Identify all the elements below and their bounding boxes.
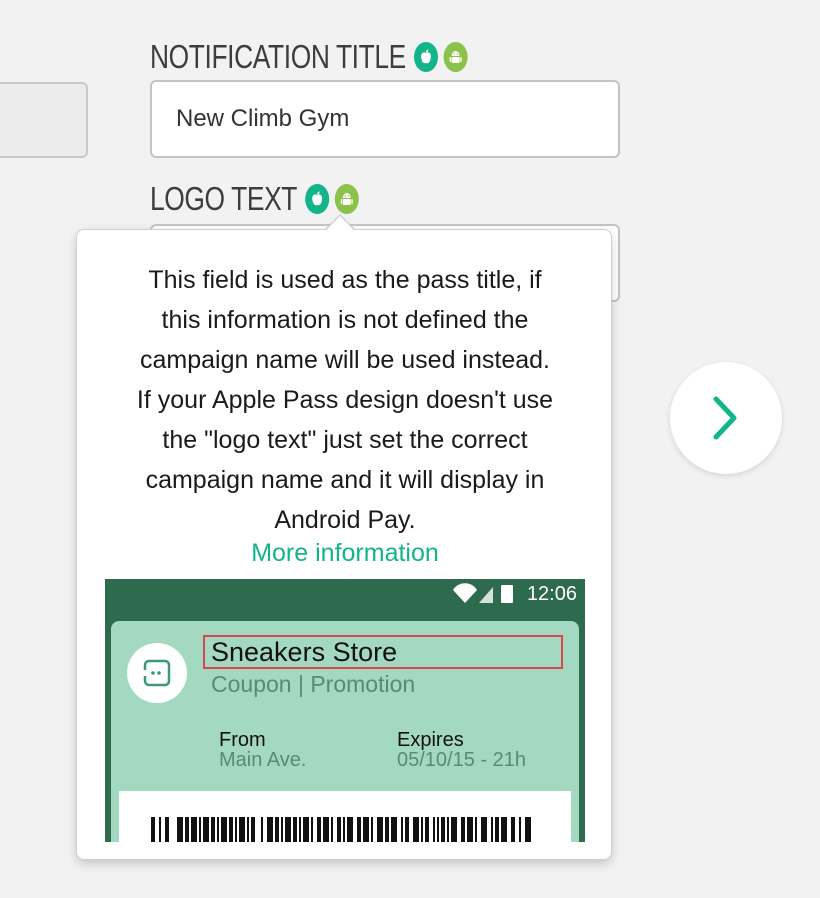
pass-field-value: 05/10/15 - 21h [397, 749, 526, 771]
tooltip-line: Android Pay. [274, 506, 416, 534]
tooltip-line: If your Apple Pass design doesn't use [136, 386, 554, 414]
notification-title-label-text: NOTIFICATION TITLE [150, 38, 406, 75]
pass-title: Sneakers Store [211, 637, 398, 667]
more-information-link[interactable]: More information [77, 539, 613, 568]
page: NOTIFICATION TITLE New Climb Gym LOGO TE… [0, 0, 820, 898]
pass-card: Sneakers Store Coupon | Promotion From M… [111, 621, 579, 842]
status-time: 12:06 [526, 583, 577, 605]
tooltip-line: this information is not defined the [161, 306, 529, 334]
tooltip-line: campaign name and it will display in [145, 466, 545, 494]
notification-title-value: New Climb Gym [176, 105, 350, 132]
android-icon [443, 42, 468, 72]
tooltip-line: campaign name will be used instead. [140, 346, 550, 374]
barcode-icon [151, 817, 531, 842]
tooltip-description: This field is used as the pass title, if… [97, 260, 593, 540]
pass-subtitle: Coupon | Promotion [211, 671, 416, 697]
notification-title-label: NOTIFICATION TITLE [150, 38, 473, 76]
notification-title-input[interactable]: New Climb Gym [150, 80, 620, 158]
logo-text-label: LOGO TEXT [150, 180, 364, 218]
apple-icon [305, 184, 330, 214]
android-icon[interactable] [334, 184, 359, 214]
tooltip-line: This field is used as the pass title, if [148, 266, 542, 294]
apple-icon [413, 42, 438, 72]
logo-text-label-text: LOGO TEXT [150, 180, 298, 217]
tooltip-line: the "logo text" just set the correct [162, 426, 528, 454]
adjacent-input-field[interactable] [0, 82, 88, 158]
next-button[interactable] [670, 362, 782, 474]
android-pay-preview-image: 12:06 Sneakers Store Coupon | Promotion … [105, 579, 585, 842]
pass-logo-icon [127, 643, 187, 703]
tooltip-arrow-inner [325, 216, 355, 231]
phone-status-bar: 12:06 [105, 579, 585, 611]
pass-field-value: Main Ave. [219, 749, 307, 771]
barcode-area [119, 791, 571, 842]
help-tooltip: This field is used as the pass title, if… [76, 229, 612, 860]
signal-icons [451, 583, 521, 611]
chevron-right-icon [713, 396, 737, 440]
